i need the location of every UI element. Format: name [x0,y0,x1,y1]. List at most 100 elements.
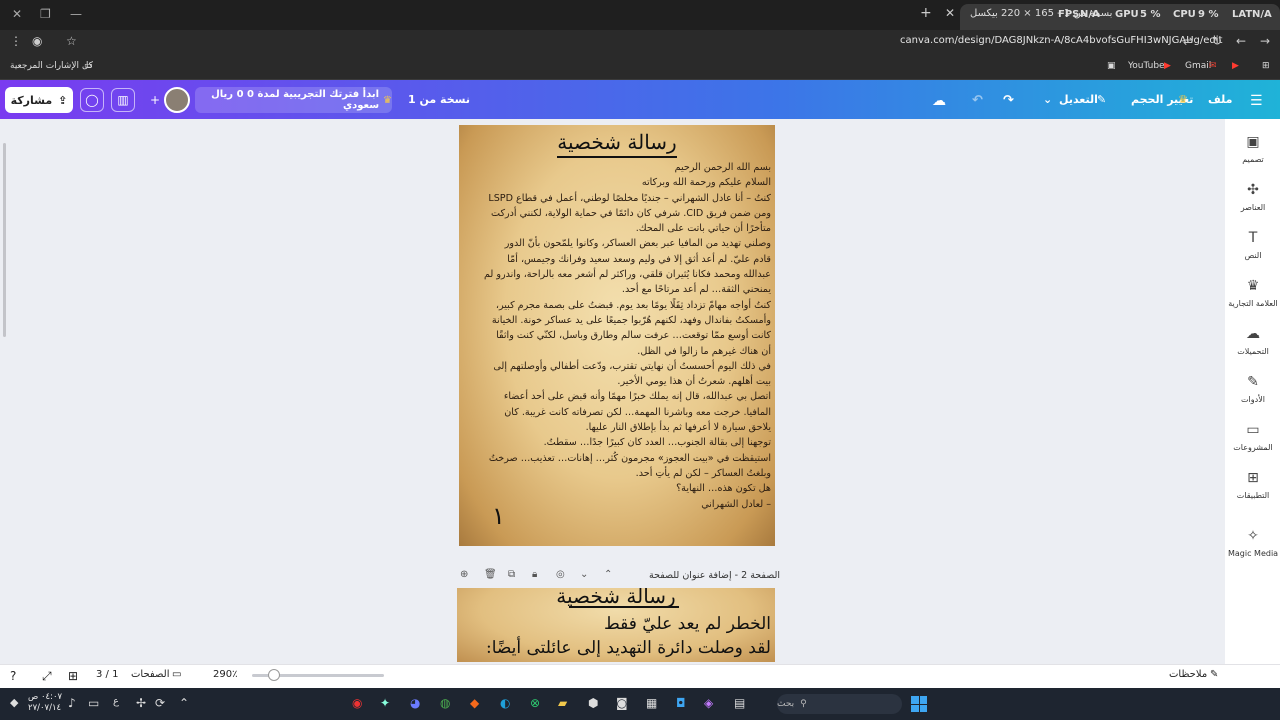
apps-grid-icon[interactable]: ⊞ [1262,61,1270,71]
letter-line: يمنحني الثقة… لم أعد مرتاحًا مع أحد. [621,284,771,296]
all-bookmarks-link[interactable]: كل الإشارات المرجعية [10,61,93,71]
ctrl-app-icon[interactable]: ◙ [616,696,628,710]
sidebar-item-label: التحميلات [1237,347,1269,356]
upload-icon: ⇪ [58,93,68,107]
letter-line: وبلغتُ العساكر – لكن لم يأتِ أحد. [635,467,771,479]
sidebar-item-projects[interactable]: ▭ المشروعات [1228,422,1278,452]
sidebar-item-elements[interactable]: ✣ العناصر [1228,182,1278,212]
youtube-bookmark[interactable]: YouTube [1128,61,1165,71]
taskbar-clock[interactable]: ٠٤:٠٧ ص ٢٧/٠٧/١٤ [28,692,62,714]
steam-icon[interactable]: ✦ [380,696,390,710]
xbox-icon[interactable]: ⊗ [530,696,540,710]
minimize-window-icon[interactable]: — [70,7,82,21]
letter-line: قادم عليّ. لم أعد أثق إلا في وليم وسعد س… [507,253,771,265]
copilot-icon[interactable]: ◈ [704,696,713,710]
sidebar-item-label: النص [1244,251,1262,260]
reload-icon[interactable]: ↻ [1212,34,1222,48]
tab-close-icon[interactable]: ✕ [945,6,955,20]
sidebar-item-uploads[interactable]: ☁ التحميلات [1228,326,1278,356]
chevron-up-icon[interactable]: ⌃ [179,696,189,710]
duplicate-icon[interactable]: ⧉ [508,569,515,580]
forward-icon[interactable]: → [1260,34,1270,48]
avatar[interactable] [164,87,190,113]
scrollbar[interactable] [3,143,6,337]
grid-view-icon[interactable]: ⊞ [68,669,78,683]
help-icon[interactable]: ? [10,669,16,683]
undo-icon[interactable]: ↶ [972,93,983,108]
share-button[interactable]: مشاركة ⇪ [5,87,73,113]
sidebar-item-apps[interactable]: ⊞ التطبيقات [1228,470,1278,500]
file-menu[interactable]: ملف [1208,93,1232,106]
discord-icon[interactable]: ◕ [410,696,420,710]
add-page-icon[interactable]: ⊕ [460,569,468,580]
file-explorer-icon[interactable]: ▰ [558,696,567,710]
gmail-icon: ✉ [1209,61,1217,71]
comment-button[interactable]: ◯ [80,88,104,112]
pages-button[interactable]: الصفحات [131,669,169,680]
bookmark-app-icon[interactable]: ▣ [1107,61,1116,71]
fullscreen-icon[interactable]: ⤢ [42,669,52,684]
redo-icon[interactable]: ↷ [1003,93,1014,108]
zoom-slider-knob[interactable] [268,669,280,681]
restore-window-icon[interactable]: ❐ [40,7,51,21]
taskbar-search[interactable]: ⚲ بحث [777,694,902,714]
edit-menu[interactable]: التعديل [1059,93,1098,106]
letter-line: المافيا. خرجت معه وباشرنا المهمة… لكن تص… [504,406,771,418]
page-2-title-field[interactable]: الصفحة 2 - إضافة عنوان للصفحة [649,570,780,581]
notes-button[interactable]: ملاحظات [1169,669,1207,680]
trial-button[interactable]: ♛ ابدأ فترتك التجريبية لمدة 0 0 ريال سعو… [195,87,392,113]
design-page-2[interactable]: رسالة شخصية الخطر لم يعد عليّ فقط لقد وص… [457,588,775,662]
taskbar-app-icon[interactable]: ◉ [352,696,362,710]
sidebar-item-magic-media[interactable]: ✧ Magic Media [1228,528,1278,558]
network-icon[interactable]: ▭ [88,696,99,710]
hide-icon[interactable]: ◎ [556,569,565,580]
sync-icon[interactable]: ⟳ [155,696,165,710]
app-icon[interactable]: ▤ [734,696,745,710]
page-number: ١ [492,502,505,530]
browser-menu-icon[interactable]: ⋮ [10,34,22,48]
insights-button[interactable]: ▥ [111,88,135,112]
notification-icon[interactable]: ◆ [10,696,18,709]
app-icon[interactable]: ⬢ [588,696,598,710]
url-field[interactable]: canva.com/design/DAG8JNkzn-A/8cA4bvofsGu… [900,35,1222,46]
letter-line: كنتُ – أنا عادل الشهراني – جنديًا مخلصًا… [488,192,771,204]
chevron-up-icon[interactable]: ⌃ [604,569,612,580]
sidebar-item-brand[interactable]: ♛ العلامة التجارية [1228,278,1278,308]
hamburger-menu-icon[interactable]: ☰ [1250,93,1263,109]
chevron-down-icon[interactable]: ⌄ [580,569,588,580]
design-title[interactable]: نسخة من 1 [408,93,470,106]
letter-line: وأمسكتُ بفاندال وفهد، لكنهم هُرّبوا جميع… [491,314,771,326]
volume-icon[interactable]: ♪ [68,696,76,710]
cloud-save-icon[interactable]: ☁ [932,93,946,109]
pencil-icon: ✎ [1097,93,1107,106]
text-icon: T [1248,230,1258,246]
lock-icon[interactable]: 🔒︎ [532,569,537,580]
outlook-icon[interactable]: ◘ [676,696,686,710]
new-tab-icon[interactable]: + [920,5,932,21]
windows-start-icon[interactable] [911,696,927,712]
letter-line: السلام عليكم ورحمة الله وبركاته [641,177,771,189]
sidebar-item-design[interactable]: ▣ تصميم [1228,134,1278,164]
page-count[interactable]: 3 / 1 [96,669,118,680]
microphone-icon[interactable]: ✢ [136,696,146,710]
chevron-down-icon[interactable]: ⌄ [1043,93,1052,106]
store-icon[interactable]: ▦ [646,696,657,710]
bookmark-star-icon[interactable]: ☆ [66,34,77,48]
gpu-value: 5 % [1140,9,1161,20]
sidebar-item-tools[interactable]: ✎ الأدوات [1228,374,1278,404]
language-indicator[interactable]: ع [113,696,119,707]
trash-icon[interactable]: 🗑︎ [484,569,497,580]
design-page-1[interactable]: رسالة شخصية بسم الله الرحمن الرحيم السلام… [459,125,775,546]
edge-icon[interactable]: ◐ [500,696,510,710]
brave-icon[interactable]: ◆ [470,696,479,710]
zoom-level[interactable]: 290٪ [213,669,237,680]
chrome-icon[interactable]: ◍ [440,696,450,710]
gmail-bookmark[interactable]: Gmail [1185,61,1211,71]
profile-icon[interactable]: ◉ [32,34,42,48]
letter-line: في ذلك اليوم أحسستُ أن نهايتي تقترب، ودّ… [493,360,771,372]
youtube-icon[interactable]: ▶ [1232,61,1239,71]
close-window-icon[interactable]: ✕ [12,7,22,21]
site-settings-icon[interactable]: ⇌ [1183,34,1193,48]
back-icon[interactable]: ← [1236,34,1246,48]
sidebar-item-text[interactable]: T النص [1228,230,1278,260]
